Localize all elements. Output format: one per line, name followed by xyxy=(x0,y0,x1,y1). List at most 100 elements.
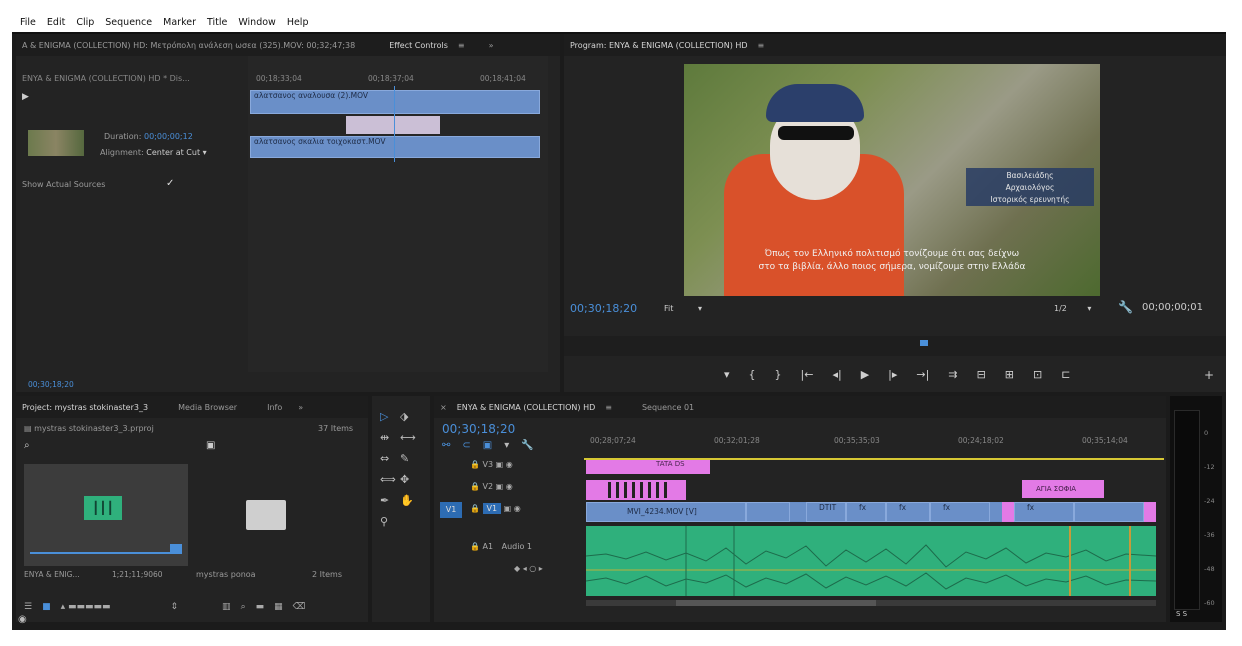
v1-pink-clip[interactable] xyxy=(1144,502,1156,522)
v1-clip[interactable]: DTIT xyxy=(806,502,846,522)
go-to-out-icon[interactable]: →| xyxy=(916,368,929,381)
marker-icon[interactable]: ▾ xyxy=(724,368,730,381)
tab-project[interactable]: Project: mystras stokinaster3_3 xyxy=(22,403,148,412)
menu-clip[interactable]: Clip xyxy=(76,17,94,28)
transition-block[interactable] xyxy=(346,116,440,134)
tab-source[interactable]: A & ENIGMA (COLLECTION) HD: Μετρόπολη αν… xyxy=(22,41,355,50)
slip-icon[interactable]: ⟺ xyxy=(380,473,400,486)
icon-view-icon[interactable]: ■ xyxy=(42,602,51,612)
keyframe-nav[interactable]: ◆ ◂ ○ ▸ xyxy=(514,564,543,573)
snap-icon[interactable]: ⚯ xyxy=(442,440,450,451)
marker-icon[interactable]: ▾ xyxy=(504,440,509,451)
hand-icon[interactable]: ✋ xyxy=(400,494,420,507)
track-select-icon[interactable]: ⬗ xyxy=(400,410,420,423)
tab-sequence-01[interactable]: Sequence 01 xyxy=(642,403,694,412)
step-forward-icon[interactable]: |▸ xyxy=(888,368,897,381)
scrollbar-thumb[interactable] xyxy=(676,600,876,606)
rolling-edit-icon[interactable]: ⟷ xyxy=(400,431,420,444)
timeline-timecode[interactable]: 00;30;18;20 xyxy=(442,422,515,436)
panel-menu-icon[interactable]: ≡ xyxy=(458,41,465,50)
list-view-icon[interactable]: ☰ xyxy=(24,602,32,612)
menu-title[interactable]: Title xyxy=(207,17,227,28)
razor-icon[interactable]: ✎ xyxy=(400,452,420,465)
menu-sequence[interactable]: Sequence xyxy=(105,17,152,28)
close-icon[interactable]: × xyxy=(440,403,447,412)
tab-info[interactable]: Info xyxy=(267,403,282,412)
add-marker-icon[interactable]: ▣ xyxy=(483,440,492,451)
folder-icon[interactable] xyxy=(246,500,286,530)
tab-sequence-main[interactable]: ENYA & ENIGMA (COLLECTION) HD xyxy=(457,403,596,412)
alignment-dropdown[interactable]: Center at Cut xyxy=(146,148,200,157)
v1-clip[interactable] xyxy=(746,502,790,522)
v1-clip[interactable]: fx xyxy=(1014,502,1074,522)
program-scrubber[interactable] xyxy=(564,336,1226,356)
clip-b[interactable]: αλατσανος σκαλια τοιχοκαστ.MOV xyxy=(250,136,540,158)
mark-out-icon[interactable]: } xyxy=(775,368,782,381)
show-sources-checkbox[interactable]: ✓ xyxy=(166,178,174,189)
pen-icon[interactable]: ✒ xyxy=(380,494,400,507)
overflow-icon[interactable]: » xyxy=(489,41,494,50)
panel-menu-icon[interactable]: ≡ xyxy=(605,403,612,412)
selection-tool-icon[interactable]: ▷ xyxy=(380,410,400,423)
timeline-scrollbar[interactable] xyxy=(586,600,1156,606)
linked-selection-icon[interactable]: ⊂ xyxy=(462,440,470,451)
find-icon[interactable]: ⌕ xyxy=(241,602,246,612)
v1-clip-main[interactable]: MVI_4234.MOV [V] xyxy=(586,502,746,522)
comparison-icon[interactable]: ⊏ xyxy=(1061,368,1070,381)
menu-marker[interactable]: Marker xyxy=(163,17,196,28)
sort-icon[interactable]: ⇕ xyxy=(171,602,179,612)
program-timecode[interactable]: 00;30;18;20 xyxy=(570,302,637,315)
clear-icon[interactable]: ⌫ xyxy=(293,602,306,612)
new-bin-icon[interactable]: ▬ xyxy=(256,602,265,612)
v2-clip[interactable] xyxy=(586,480,686,500)
add-button-icon[interactable]: + xyxy=(1204,368,1214,382)
playhead-marker[interactable] xyxy=(920,340,928,346)
quality-dropdown[interactable]: 1/2 ▾ xyxy=(1054,304,1091,313)
play-icon[interactable]: ▶ xyxy=(861,368,869,381)
wrench-icon[interactable]: 🔧 xyxy=(1118,300,1133,314)
new-item-icon[interactable]: ▦ xyxy=(274,602,283,612)
tab-media-browser[interactable]: Media Browser xyxy=(178,403,237,412)
sequence-thumbnail[interactable]: ┃┃┃ xyxy=(24,464,188,566)
zoom-tool-icon[interactable]: ⚲ xyxy=(380,515,400,528)
v1-clip[interactable] xyxy=(1074,502,1144,522)
search-icon[interactable]: ⌕ xyxy=(24,440,30,451)
v3-clip[interactable]: TATA DS xyxy=(586,460,710,474)
overflow-icon[interactable]: » xyxy=(298,403,303,412)
source-patch-v1[interactable]: V1 xyxy=(440,502,462,518)
mark-in-icon[interactable]: { xyxy=(749,368,756,381)
export-frame-icon[interactable]: ⊞ xyxy=(1005,368,1014,381)
v2-clip-title[interactable]: ΑΓΙΑ ΣΟΦΙΑ xyxy=(1022,480,1104,498)
menu-file[interactable]: File xyxy=(20,17,36,28)
zoom-slider-icon[interactable]: ▴ ▬▬▬▬▬ xyxy=(61,602,111,612)
wrench-icon[interactable]: 🔧 xyxy=(521,440,533,451)
v1-clip[interactable]: fx xyxy=(930,502,990,522)
go-to-in-icon[interactable]: |← xyxy=(801,368,814,381)
extract-icon[interactable]: ⊟ xyxy=(977,368,986,381)
tab-effect-controls[interactable]: Effect Controls xyxy=(389,41,448,50)
v1-pink-clip[interactable] xyxy=(1002,502,1014,522)
rate-stretch-icon[interactable]: ⇔ xyxy=(380,452,400,465)
eye-icon[interactable]: ◉ xyxy=(18,614,27,625)
duration-value[interactable]: 00;00;00;12 xyxy=(144,132,193,141)
automate-icon[interactable]: ▥ xyxy=(222,602,231,612)
panel-menu-icon[interactable]: ≡ xyxy=(758,41,765,50)
chevron-down-icon[interactable]: ▾ xyxy=(203,148,207,157)
solo-buttons[interactable]: S S xyxy=(1176,610,1187,618)
a1-audio-clip[interactable] xyxy=(586,526,1156,596)
menu-help[interactable]: Help xyxy=(287,17,309,28)
step-back-icon[interactable]: ◂| xyxy=(832,368,841,381)
fit-dropdown[interactable]: Fit ▾ xyxy=(664,304,702,313)
menu-window[interactable]: Window xyxy=(238,17,275,28)
menu-edit[interactable]: Edit xyxy=(47,17,65,28)
camera-icon[interactable]: ⊡ xyxy=(1033,368,1042,381)
program-title[interactable]: Program: ENYA & ENIGMA (COLLECTION) HD xyxy=(570,41,748,50)
slide-icon[interactable]: ✥ xyxy=(400,473,420,486)
lift-icon[interactable]: ⇉ xyxy=(948,368,957,381)
play-icon[interactable]: ▶ xyxy=(22,92,29,102)
new-bin-icon[interactable]: ▣ xyxy=(206,440,215,451)
ripple-edit-icon[interactable]: ⇹ xyxy=(380,431,400,444)
v1-clip[interactable]: fx xyxy=(886,502,930,522)
clip-a[interactable]: αλατσανος αναλουσα (2).MOV xyxy=(250,90,540,114)
v1-clip[interactable]: fx xyxy=(846,502,886,522)
